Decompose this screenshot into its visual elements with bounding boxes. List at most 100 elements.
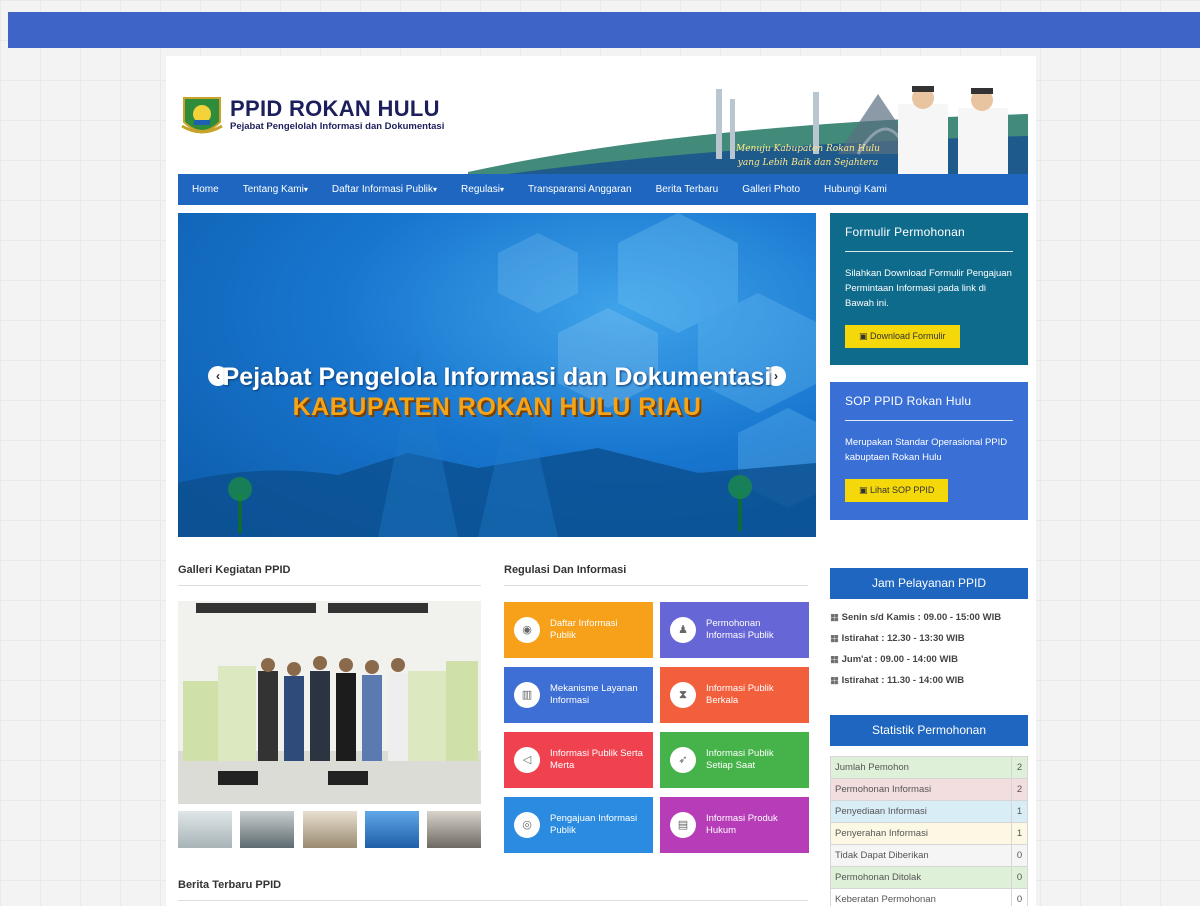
statistik-label: Jumlah Pemohon <box>830 756 1012 779</box>
jam-item: ▦ Istirahat : 12.30 - 13:30 WIB <box>830 628 1030 649</box>
regulasi-tile[interactable]: ◉ Daftar Informasi Publik <box>504 602 653 658</box>
nav-label: Home <box>192 184 219 195</box>
nav-daftar-informasi-publik[interactable]: Daftar Informasi Publik▾ <box>320 174 449 205</box>
nav-hubungi-kami[interactable]: Hubungi Kami <box>812 174 899 205</box>
gallery-thumbnail[interactable] <box>302 811 357 848</box>
dropdown-caret-icon: ▾ <box>303 185 308 194</box>
nav-label: Hubungi Kami <box>824 184 887 195</box>
ring-icon: ◎ <box>514 812 540 838</box>
regulasi-tile[interactable]: ▥ Mekanisme Layanan Informasi <box>504 667 653 723</box>
hero-slider[interactable]: ‹ › Pejabat Pengelola Informasi dan Doku… <box>178 213 816 537</box>
statistik-value: 0 <box>1011 888 1028 906</box>
rokan-hulu-emblem-icon[interactable] <box>180 94 224 140</box>
sop-title: SOP PPID Rokan Hulu <box>845 394 1013 421</box>
jam-item-text: Jum'at : 09.00 - 14:00 WIB <box>841 654 958 665</box>
jam-item-text: Senin s/d Kamis : 09.00 - 15:00 WIB <box>841 612 1002 623</box>
formulir-widget: Formulir Permohonan Silahkan Download Fo… <box>830 213 1028 365</box>
statistik-row: Tidak Dapat Diberikan 0 <box>830 844 1028 867</box>
page-container: PPID ROKAN HULU Pejabat Pengelolah Infor… <box>166 56 1036 906</box>
regulasi-tile-label: Informasi Publik Berkala <box>706 683 774 706</box>
statistik-value: 0 <box>1011 844 1028 867</box>
regulasi-tile[interactable]: ➶ Informasi Publik Setiap Saat <box>660 732 809 788</box>
divider <box>178 900 808 901</box>
nav-label: Regulasi <box>461 184 500 195</box>
motto-line-2: yang Lebih Baik dan Sejahtera <box>737 158 879 168</box>
regulasi-tile[interactable]: ◎ Pengajuan Informasi Publik <box>504 797 653 853</box>
statistik-row: Penyediaan Informasi 1 <box>830 800 1028 823</box>
regulasi-tile-label: Mekanisme Layanan Informasi <box>550 683 638 706</box>
document-icon: ▤ <box>670 812 696 838</box>
statistik-row: Permohonan Informasi 2 <box>830 778 1028 801</box>
nav-transparansi-anggaran[interactable]: Transparansi Anggaran <box>516 174 644 205</box>
eye-icon: ◉ <box>514 617 540 643</box>
jam-pelayanan-list: ▦ Senin s/d Kamis : 09.00 - 15:00 WIB ▦ … <box>830 607 1030 691</box>
nav-tentang-kami[interactable]: Tentang Kami▾ <box>231 174 320 205</box>
nav-home[interactable]: Home <box>180 174 231 205</box>
nav-label: Berita Terbaru <box>655 184 719 195</box>
berita-title: Berita Terbaru PPID <box>178 879 282 891</box>
document-icon: ▣ <box>859 485 871 495</box>
statistik-label: Tidak Dapat Diberikan <box>830 844 1012 867</box>
formulir-title: Formulir Permohonan <box>845 225 1013 252</box>
statistik-label: Penyerahan Informasi <box>830 822 1012 845</box>
document-icon: ▣ <box>859 331 871 341</box>
regulasi-tile[interactable]: ◁ Informasi Publik Serta Merta <box>504 732 653 788</box>
statistik-value: 2 <box>1011 778 1028 801</box>
statistik-table: Jumlah Pemohon 2 Permohonan Informasi 2 Peny… <box>830 756 1028 906</box>
regulasi-tile[interactable]: ♟ Permohonan Informasi Publik <box>660 602 809 658</box>
gallery-thumbnail[interactable] <box>178 811 232 848</box>
statistik-row: Jumlah Pemohon 2 <box>830 756 1028 779</box>
regulasi-tile[interactable]: ▤ Informasi Produk Hukum <box>660 797 809 853</box>
statistik-label: Permohonan Ditolak <box>830 866 1012 889</box>
dropdown-caret-icon: ▾ <box>499 185 504 194</box>
gallery-thumbnail[interactable] <box>427 811 481 848</box>
gallery-main-photo[interactable] <box>178 601 481 804</box>
regulasi-tile-label: Informasi Publik Setiap Saat <box>706 748 774 771</box>
regulasi-tile-label: Informasi Produk Hukum <box>706 813 778 836</box>
statistik-value: 1 <box>1011 822 1028 845</box>
calendar-icon: ▦ <box>830 675 842 686</box>
jam-item: ▦ Senin s/d Kamis : 09.00 - 15:00 WIB <box>830 607 1030 628</box>
nav-label: Daftar Informasi Publik <box>331 184 434 195</box>
regulasi-tile[interactable]: ⧗ Informasi Publik Berkala <box>660 667 809 723</box>
site-subtitle: Pejabat Pengelolah Informasi dan Dokumen… <box>230 121 445 132</box>
regulasi-tile-label: Informasi Publik Serta Merta <box>550 748 643 771</box>
header-motto: Menuju Kabupaten Rokan Hulu yang Lebih B… <box>728 142 888 170</box>
megaphone-icon: ◁ <box>514 747 540 773</box>
hourglass-icon: ⧗ <box>670 682 696 708</box>
statistik-value: 2 <box>1011 756 1028 779</box>
jam-item-text: Istirahat : 11.30 - 14:00 WIB <box>841 675 965 686</box>
gallery-thumbnail[interactable] <box>364 811 419 848</box>
statistik-label: Keberatan Permohonan <box>830 888 1012 906</box>
statistik-title: Statistik Permohonan <box>830 715 1028 746</box>
galleri-title: Galleri Kegiatan PPID <box>178 564 291 576</box>
statistik-row: Permohonan Ditolak 0 <box>830 866 1028 889</box>
gallery-thumbnails <box>178 811 481 849</box>
regulasi-tile-label: Pengajuan Informasi Publik <box>550 813 638 836</box>
jam-item: ▦ Jum'at : 09.00 - 14:00 WIB <box>830 649 1030 670</box>
lihat-sop-button[interactable]: ▣ Lihat SOP PPID <box>845 479 949 502</box>
jam-item: ▦ Istirahat : 11.30 - 14:00 WIB <box>830 670 1030 691</box>
books-icon: ▥ <box>514 682 540 708</box>
nav-berita-terbaru[interactable]: Berita Terbaru <box>644 174 731 205</box>
site-header: PPID ROKAN HULU Pejabat Pengelolah Infor… <box>178 76 1028 176</box>
statistik-row: Penyerahan Informasi 1 <box>830 822 1028 845</box>
dropdown-caret-icon: ▾ <box>433 185 438 194</box>
download-formulir-button[interactable]: ▣ Download Formulir <box>845 325 960 348</box>
calendar-icon: ▦ <box>830 654 842 665</box>
jam-pelayanan-title: Jam Pelayanan PPID <box>830 568 1028 599</box>
slider-subtitle: KABUPATEN ROKAN HULU RIAU <box>292 393 702 421</box>
gallery-thumbnail[interactable] <box>240 811 295 848</box>
sop-text: Merupakan Standar Operasional PPID kabup… <box>845 437 1008 463</box>
gallery-photo-art <box>178 601 481 804</box>
nav-label: Transparansi Anggaran <box>527 184 632 195</box>
main-navigation: Home Tentang Kami▾ Daftar Informasi Publ… <box>178 174 1028 205</box>
regulasi-title: Regulasi Dan Informasi <box>504 564 627 576</box>
nav-regulasi[interactable]: Regulasi▾ <box>449 174 516 205</box>
site-title[interactable]: PPID ROKAN HULU <box>230 96 440 122</box>
calendar-icon: ▦ <box>830 633 842 644</box>
nav-galleri-photo[interactable]: Galleri Photo <box>730 174 812 205</box>
regulasi-tile-label: Permohonan Informasi Publik <box>706 618 774 641</box>
nav-label: Tentang Kami <box>242 184 304 195</box>
button-label: Lihat SOP PPID <box>870 485 935 495</box>
